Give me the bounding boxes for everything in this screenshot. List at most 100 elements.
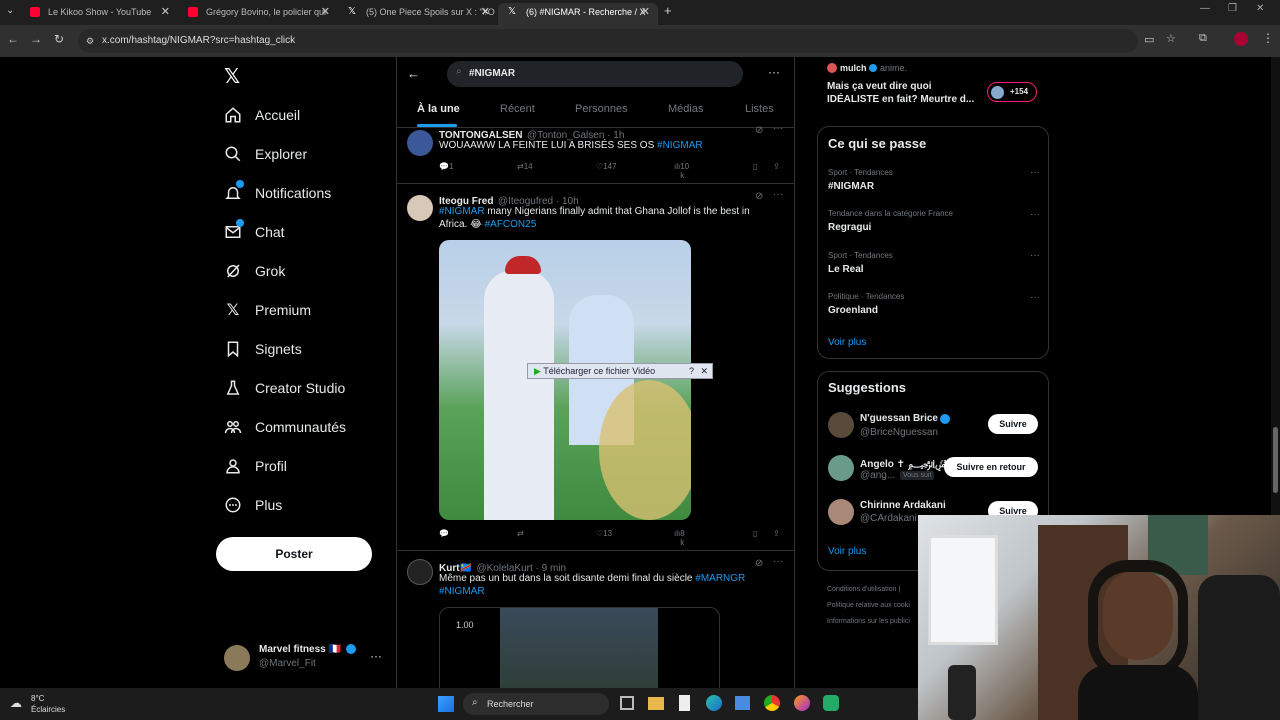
more-icon[interactable]: ···: [773, 189, 783, 200]
nav-communities[interactable]: Communautés: [222, 412, 346, 442]
browser-tab-4[interactable]: 𝕏 (6) #NIGMAR - Recherche / X ✕: [498, 3, 658, 25]
tweet[interactable]: TONTONGALSEN @Tonton_Galsen · 1h ⊘ ··· W…: [397, 123, 794, 184]
close-icon[interactable]: ✕: [321, 3, 330, 21]
views-button[interactable]: ılı 10 k: [674, 162, 689, 180]
tweet-media-image[interactable]: [439, 240, 691, 520]
maximize-icon[interactable]: ❐: [1228, 3, 1237, 14]
profile-icon[interactable]: [1234, 32, 1248, 46]
more-icon[interactable]: ···: [1030, 209, 1040, 220]
chrome-icon[interactable]: [764, 695, 780, 711]
more-icon[interactable]: ···: [773, 123, 783, 134]
more-icon[interactable]: ···: [768, 65, 780, 79]
reply-button[interactable]: 💬: [439, 529, 449, 538]
search-bar[interactable]: ⌕ #NIGMAR: [447, 61, 743, 87]
follow-back-button[interactable]: Suivre en retour: [944, 457, 1038, 477]
weather-temp[interactable]: 8°C: [31, 694, 44, 703]
more-icon[interactable]: ···: [370, 649, 382, 663]
nav-premium[interactable]: 𝕏 Premium: [222, 295, 311, 325]
url-field[interactable]: ⚙ x.com/hashtag/NIGMAR?src=hashtag_click: [78, 29, 1138, 53]
like-button[interactable]: ♡ 13: [596, 529, 612, 538]
hashtag-link[interactable]: #MARNGR: [695, 573, 745, 584]
windows-start-icon[interactable]: [438, 696, 454, 712]
browser-tab-3[interactable]: 𝕏 (5) One Piece Spoils sur X : "#O ✕: [338, 3, 498, 25]
browser-tab-1[interactable]: Le Kikoo Show - YouTube ✕: [20, 3, 178, 25]
new-tab-icon[interactable]: +: [664, 3, 672, 18]
tweet[interactable]: Iteogu Fred @Iteogufred · 10h ⊘ ··· #NIG…: [397, 184, 794, 551]
like-button[interactable]: ♡ 147: [596, 162, 617, 171]
minimize-icon[interactable]: —: [1200, 3, 1210, 14]
footer-link[interactable]: Politique relative aux cooki: [827, 598, 910, 614]
cast-icon[interactable]: ▭: [1144, 33, 1154, 46]
help-icon[interactable]: ?: [689, 364, 694, 378]
tab-list-icon[interactable]: ⌄: [6, 5, 14, 16]
post-button[interactable]: Poster: [216, 537, 372, 571]
reload-icon[interactable]: ↻: [54, 32, 64, 46]
tab-media[interactable]: Médias: [668, 103, 703, 115]
top-user-card[interactable]: mulch anime. Mais ça veut dire quoi IDÉA…: [817, 57, 1049, 117]
show-more-link[interactable]: Voir plus: [828, 337, 866, 348]
close-icon[interactable]: ✕: [700, 364, 708, 378]
file-explorer-icon[interactable]: [648, 697, 664, 710]
back-icon[interactable]: ←: [7, 32, 19, 46]
grok-icon[interactable]: ⊘: [755, 125, 763, 136]
x-logo[interactable]: 𝕏: [224, 64, 240, 89]
footer-link[interactable]: Informations sur les publici: [827, 614, 910, 630]
search-input[interactable]: #NIGMAR: [469, 68, 515, 79]
footer-link[interactable]: Conditions d'utilisation |: [827, 582, 910, 598]
follow-button[interactable]: Suivre: [988, 414, 1038, 434]
document-icon[interactable]: [679, 695, 690, 711]
bookmark-icon[interactable]: ▯: [753, 162, 757, 171]
retweet-button[interactable]: ⇄: [517, 529, 524, 538]
more-icon[interactable]: ···: [773, 556, 783, 567]
nav-chat[interactable]: Chat: [222, 217, 285, 247]
grok-icon[interactable]: ⊘: [755, 558, 763, 569]
taskbar-search[interactable]: ⌕ Rechercher: [463, 693, 609, 715]
edge-icon[interactable]: [706, 695, 722, 711]
hashtag-link[interactable]: #NIGMAR: [439, 586, 485, 597]
share-icon[interactable]: ⇪: [773, 529, 780, 538]
site-info-icon[interactable]: ⚙: [86, 29, 94, 53]
more-icon[interactable]: ···: [1030, 250, 1040, 261]
scrollbar-thumb[interactable]: [1273, 427, 1278, 493]
share-icon[interactable]: ⇪: [773, 162, 780, 171]
nav-creator-studio[interactable]: Creator Studio: [222, 373, 345, 403]
more-icon[interactable]: ···: [1030, 167, 1040, 178]
grok-icon[interactable]: ⊘: [755, 191, 763, 202]
close-icon[interactable]: ✕: [481, 3, 490, 21]
bookmark-icon[interactable]: ▯: [753, 529, 757, 538]
tab-top[interactable]: À la une: [417, 103, 460, 115]
extensions-icon[interactable]: ⧉: [1199, 32, 1207, 45]
reply-button[interactable]: 💬 1: [439, 162, 453, 171]
close-icon[interactable]: ✕: [641, 3, 650, 21]
store-icon[interactable]: [735, 696, 750, 710]
retweet-button[interactable]: ⇄ 14: [517, 162, 533, 171]
close-window-icon[interactable]: ✕: [1256, 3, 1264, 14]
account-switcher[interactable]: Marvel fitness 🇫🇷 @Marvel_Fit ···: [224, 643, 384, 673]
more-icon[interactable]: ···: [1030, 292, 1040, 303]
nav-grok[interactable]: Grok: [222, 256, 285, 286]
tab-latest[interactable]: Récent: [500, 103, 535, 115]
bookmark-star-icon[interactable]: ☆: [1166, 32, 1176, 45]
nav-profile[interactable]: Profil: [222, 451, 287, 481]
back-arrow-icon[interactable]: ←: [407, 66, 420, 81]
firefox-icon[interactable]: [794, 695, 810, 711]
count-pill[interactable]: +154: [987, 82, 1037, 102]
tab-people[interactable]: Personnes: [575, 103, 628, 115]
task-view-icon[interactable]: [620, 696, 634, 710]
nav-home[interactable]: Accueil: [222, 100, 300, 130]
hashtag-link[interactable]: #NIGMAR: [439, 206, 485, 217]
forward-icon[interactable]: →: [30, 32, 42, 46]
close-icon[interactable]: ✕: [161, 3, 170, 21]
browser-menu-icon[interactable]: ⋮: [1262, 31, 1274, 45]
nav-bookmarks[interactable]: Signets: [222, 334, 302, 364]
nav-explore[interactable]: Explorer: [222, 139, 307, 169]
views-button[interactable]: ılı 8 k: [674, 529, 685, 547]
download-video-overlay[interactable]: ▶ Télécharger ce fichier Vidéo ? ✕: [527, 363, 713, 379]
browser-tab-2[interactable]: Grégory Bovino, le policier qui ✕: [178, 3, 338, 25]
hashtag-link[interactable]: #NIGMAR: [657, 140, 703, 151]
hashtag-link[interactable]: #AFCON25: [485, 219, 537, 230]
nav-notifications[interactable]: Notifications: [222, 178, 331, 208]
tab-lists[interactable]: Listes: [745, 103, 774, 115]
app-icon[interactable]: [823, 695, 839, 711]
show-more-link[interactable]: Voir plus: [828, 546, 866, 557]
